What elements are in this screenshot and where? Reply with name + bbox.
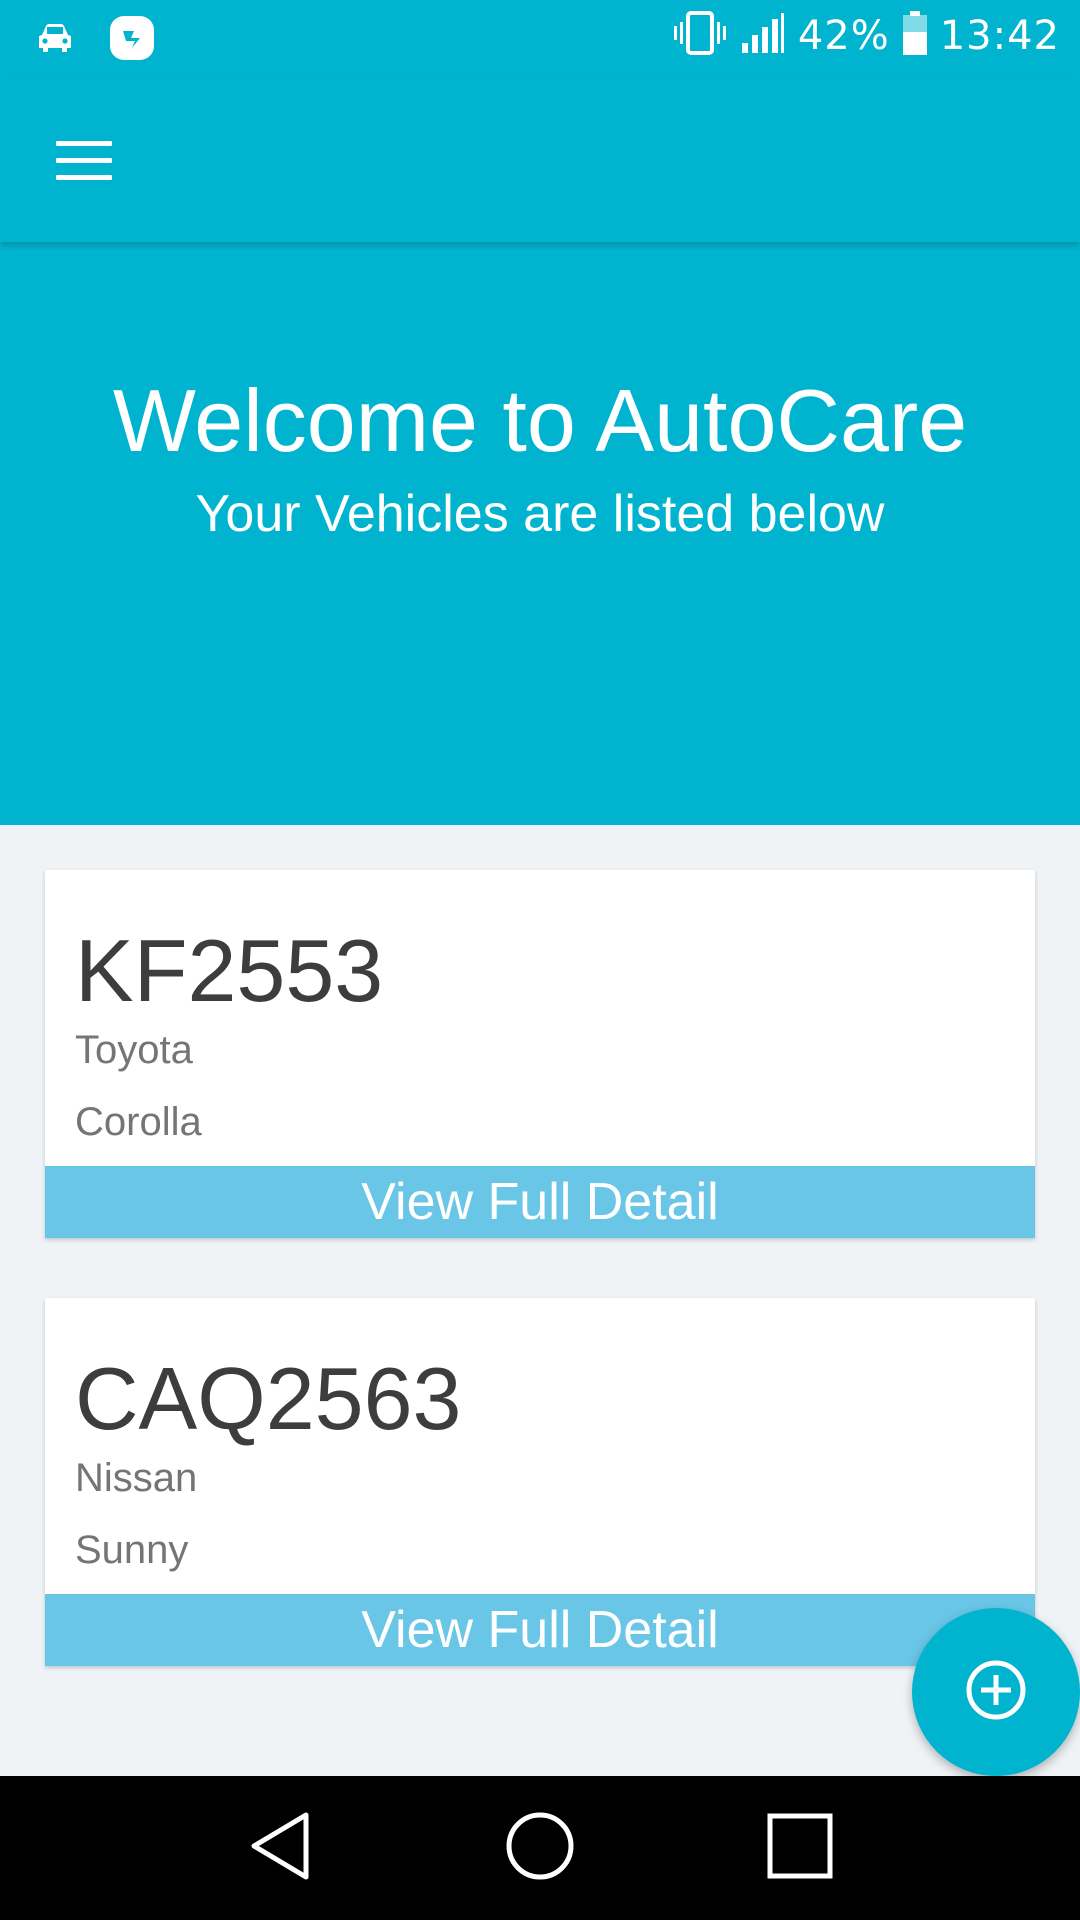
add-circle-icon — [964, 1658, 1028, 1727]
battery-icon — [902, 10, 928, 61]
vehicle-plate: KF2553 — [75, 921, 384, 1020]
vibrate-icon — [672, 10, 728, 61]
home-icon — [505, 1811, 575, 1886]
app-notification-icon — [108, 14, 156, 67]
vehicle-model: Corolla — [75, 1100, 202, 1144]
status-time: 13:42 — [939, 12, 1060, 59]
vehicle-plate: CAQ2563 — [75, 1349, 462, 1448]
menu-button[interactable] — [42, 130, 114, 190]
back-icon — [248, 1811, 312, 1886]
page-title: Welcome to AutoCare — [112, 371, 968, 470]
vehicle-make: Nissan — [75, 1456, 198, 1500]
recents-icon — [767, 1813, 833, 1884]
vehicle-make: Toyota — [75, 1028, 193, 1072]
system-nav-bar — [0, 1776, 1080, 1920]
home-button[interactable] — [490, 1798, 590, 1898]
vehicle-card: KF2553 Toyota Corolla View Full Detail — [45, 870, 1035, 1238]
view-full-detail-button[interactable]: View Full Detail — [45, 1594, 1035, 1666]
back-button[interactable] — [230, 1798, 330, 1898]
status-bar: 42% 13:42 — [0, 0, 1080, 78]
vehicle-model: Sunny — [75, 1528, 189, 1572]
car-icon — [36, 23, 74, 58]
hamburger-menu-icon — [42, 140, 114, 180]
app-bar — [0, 78, 1080, 242]
welcome-header: Welcome to AutoCare Your Vehicles are li… — [0, 242, 1080, 825]
battery-percent: 42% — [797, 12, 890, 59]
view-full-detail-button[interactable]: View Full Detail — [45, 1166, 1035, 1238]
signal-icon — [740, 11, 786, 60]
vehicle-card: CAQ2563 Nissan Sunny View Full Detail — [45, 1298, 1035, 1666]
add-vehicle-button[interactable] — [912, 1608, 1080, 1776]
status-left-icons — [36, 14, 156, 67]
status-right-icons: 42% 13:42 — [672, 10, 1060, 61]
page-subtitle: Your Vehicles are listed below — [195, 485, 885, 543]
recents-button[interactable] — [750, 1798, 850, 1898]
